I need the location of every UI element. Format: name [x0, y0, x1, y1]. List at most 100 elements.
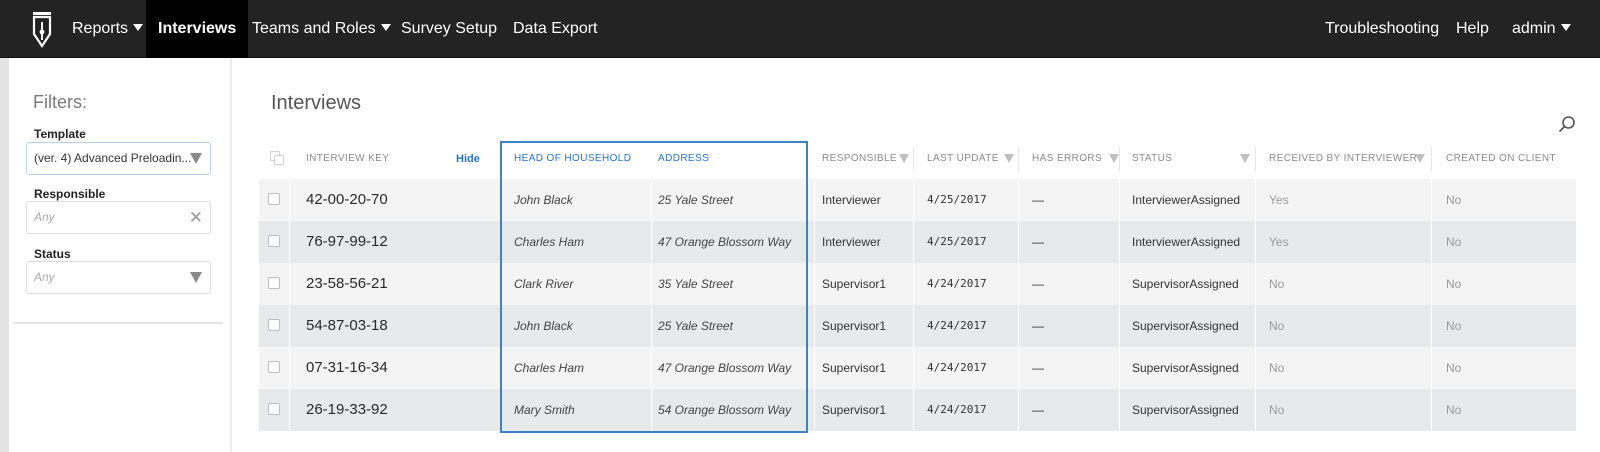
- cell-divider: [1018, 263, 1019, 305]
- template-select[interactable]: (ver. 4) Advanced Preloadin...: [26, 142, 211, 175]
- interviews-table: Interview Key Hide Head of Household Add…: [259, 139, 1576, 431]
- filter-icon[interactable]: [1004, 154, 1014, 163]
- cell-divider: [1119, 263, 1120, 305]
- interview-key-cell[interactable]: 54-87-03-18: [306, 305, 388, 347]
- filter-icon[interactable]: [899, 154, 909, 163]
- cell-divider: [1119, 389, 1120, 431]
- interview-key-cell[interactable]: 23-58-56-21: [306, 263, 388, 305]
- cell-divider: [913, 221, 914, 263]
- filter-icon[interactable]: [1240, 154, 1250, 163]
- received-cell: No: [1269, 319, 1285, 333]
- nav-teams-label: Teams and Roles: [252, 20, 376, 37]
- cell-divider: [289, 347, 290, 389]
- col-last-update[interactable]: Last Update: [927, 139, 1014, 179]
- row-checkbox[interactable]: [268, 403, 280, 415]
- received-cell: No: [1269, 277, 1285, 291]
- nav-survey-setup[interactable]: Survey Setup: [389, 0, 509, 58]
- top-navbar: Reports Interviews Teams and Roles Surve…: [0, 0, 1600, 58]
- cell-divider: [814, 221, 815, 263]
- cell-divider: [1255, 263, 1256, 305]
- created-on-client-cell: No: [1446, 193, 1462, 207]
- address-cell: 25 Yale Street: [658, 319, 733, 333]
- status-select[interactable]: Any: [26, 261, 211, 294]
- cell-divider: [289, 263, 290, 305]
- template-select-value: (ver. 4) Advanced Preloadin...: [34, 151, 192, 165]
- filter-icon[interactable]: [1415, 154, 1425, 163]
- row-checkbox[interactable]: [268, 361, 280, 373]
- cell-divider: [1018, 305, 1019, 347]
- nav-teams-and-roles[interactable]: Teams and Roles: [240, 0, 403, 58]
- table-row[interactable]: 76-97-99-12 Charles Ham 47 Orange Blossom …: [259, 221, 1576, 263]
- app-logo-icon[interactable]: [28, 10, 56, 48]
- head-of-household-cell: Charles Ham: [514, 361, 585, 375]
- has-errors-cell: —: [1032, 319, 1044, 333]
- hide-columns-link[interactable]: Hide: [456, 139, 480, 179]
- col-interview-key[interactable]: Interview Key: [306, 139, 389, 179]
- select-all-checkbox-icon[interactable]: [270, 151, 284, 165]
- col-received-by-interviewer[interactable]: Received by Interviewer: [1269, 139, 1425, 179]
- last-update-cell: 4/25/2017: [927, 235, 987, 248]
- nav-admin-menu[interactable]: admin: [1500, 0, 1583, 58]
- cell-divider: [1018, 179, 1019, 221]
- interview-key-cell[interactable]: 07-31-16-34: [306, 347, 388, 389]
- col-address[interactable]: Address: [658, 139, 709, 179]
- nav-help[interactable]: Help: [1444, 0, 1501, 58]
- created-on-client-cell: No: [1446, 403, 1462, 417]
- table-row[interactable]: 23-58-56-21 Clark River 35 Yale Street Supe…: [259, 263, 1576, 305]
- cell-divider: [289, 221, 290, 263]
- last-update-cell: 4/24/2017: [927, 361, 987, 374]
- interview-key-cell[interactable]: 76-97-99-12: [306, 221, 388, 263]
- cell-divider: [1431, 263, 1432, 305]
- has-errors-cell: —: [1032, 361, 1044, 375]
- responsible-input[interactable]: Any ✕: [26, 201, 211, 234]
- cell-divider: [1119, 347, 1120, 389]
- last-update-cell: 4/25/2017: [927, 193, 987, 206]
- responsible-label: Responsible: [34, 187, 106, 201]
- nav-troubleshooting[interactable]: Troubleshooting: [1313, 0, 1451, 58]
- cell-divider: [1255, 179, 1256, 221]
- nav-interviews[interactable]: Interviews: [146, 0, 249, 58]
- received-cell: No: [1269, 361, 1285, 375]
- row-checkbox[interactable]: [268, 319, 280, 331]
- cell-divider: [814, 389, 815, 431]
- responsible-cell: Interviewer: [822, 235, 881, 249]
- row-checkbox[interactable]: [268, 235, 280, 247]
- column-separator: [913, 147, 914, 171]
- col-created-on-client[interactable]: Created on Client: [1446, 139, 1556, 179]
- responsible-cell: Interviewer: [822, 193, 881, 207]
- has-errors-cell: —: [1032, 235, 1044, 249]
- col-status[interactable]: Status: [1132, 139, 1250, 179]
- col-has-errors[interactable]: Has Errors: [1032, 139, 1119, 179]
- cell-divider: [1018, 389, 1019, 431]
- cell-divider: [814, 263, 815, 305]
- interview-key-cell[interactable]: 42-00-20-70: [306, 179, 388, 221]
- cell-divider: [651, 389, 652, 431]
- clear-icon[interactable]: ✕: [189, 203, 203, 232]
- table-body: 42-00-20-70 John Black 25 Yale Street Inter…: [259, 179, 1576, 431]
- address-cell: 54 Orange Blossom Way: [658, 403, 792, 417]
- chevron-down-icon: [133, 24, 144, 31]
- column-separator: [1119, 147, 1120, 171]
- nav-reports[interactable]: Reports: [60, 0, 155, 58]
- cell-divider: [1119, 179, 1120, 221]
- table-row[interactable]: 42-00-20-70 John Black 25 Yale Street Inter…: [259, 179, 1576, 221]
- created-on-client-cell: No: [1446, 235, 1462, 249]
- received-cell: Yes: [1269, 235, 1289, 249]
- row-checkbox[interactable]: [268, 193, 280, 205]
- col-last-update-label: Last Update: [927, 153, 999, 164]
- col-head-of-household[interactable]: Head of Household: [514, 139, 631, 179]
- cell-divider: [1431, 221, 1432, 263]
- cell-divider: [289, 179, 290, 221]
- table-header: Interview Key Hide Head of Household Add…: [259, 139, 1576, 179]
- col-responsible[interactable]: Responsible: [822, 139, 909, 179]
- search-icon[interactable]: [1558, 115, 1576, 133]
- filter-icon[interactable]: [1109, 154, 1119, 163]
- col-status-label: Status: [1132, 153, 1173, 164]
- left-rail: [0, 58, 9, 452]
- row-checkbox[interactable]: [268, 277, 280, 289]
- interview-key-cell[interactable]: 26-19-33-92: [306, 389, 388, 431]
- table-row[interactable]: 54-87-03-18 John Black 25 Yale Street Super…: [259, 305, 1576, 347]
- table-row[interactable]: 26-19-33-92 Mary Smith 54 Orange Blossom W…: [259, 389, 1576, 431]
- nav-data-export[interactable]: Data Export: [501, 0, 609, 58]
- table-row[interactable]: 07-31-16-34 Charles Ham 47 Orange Blossom …: [259, 347, 1576, 389]
